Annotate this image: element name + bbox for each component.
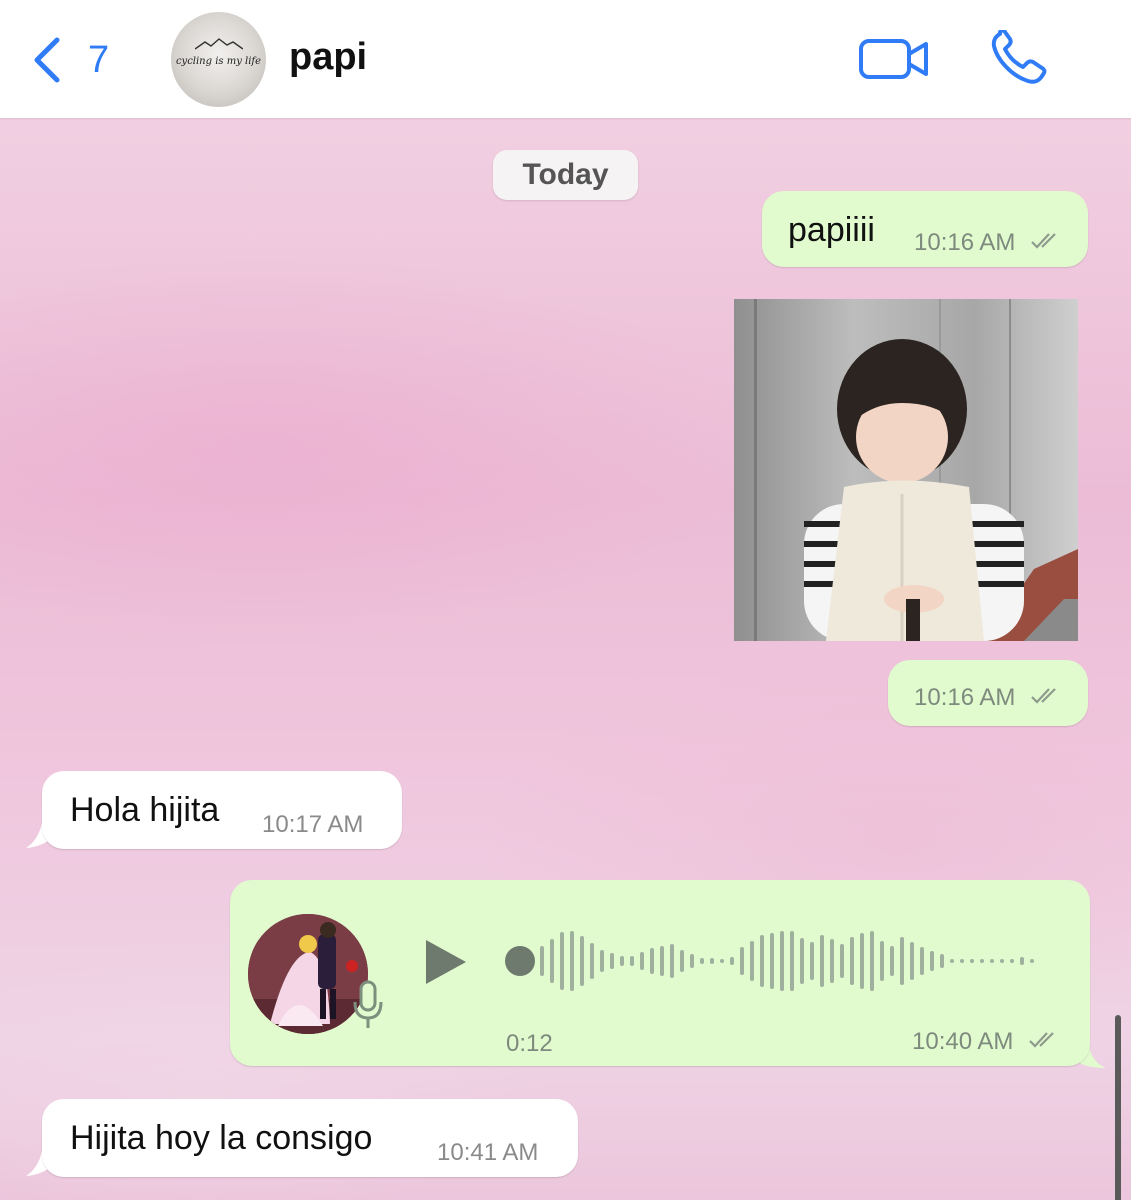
phone-icon[interactable] [990,30,1050,86]
waveform-bar [550,939,554,983]
waveform-bar [830,939,834,983]
waveform-bar [650,948,654,974]
play-icon[interactable] [420,938,470,986]
voice-duration: 0:12 [506,1030,553,1057]
incoming-message[interactable]: Hijita hoy la consigo 10:41 AM [42,1099,578,1177]
message-text: Hola hijita [70,791,220,829]
child-photo-image [734,299,1078,641]
waveform-bar [970,959,974,963]
chevron-left-icon [34,37,60,83]
chat-area[interactable]: Today papiiii 10:16 AM 10:16 AM Hola hij… [0,120,1131,1200]
waveform-bar [560,932,564,990]
photo-attachment[interactable] [734,299,1078,641]
message-time: 10:16 AM [914,684,1016,711]
waveform-bar [750,941,754,981]
waveform-bar [780,931,784,991]
waveform-bar [570,931,574,991]
waveform-bar [590,943,594,979]
contact-name[interactable]: papi [289,38,367,76]
waveform-bar [960,959,964,963]
contact-avatar[interactable]: cycling is my life [171,12,266,107]
message-text: papiiii [788,211,875,249]
scrollbar[interactable] [1115,1015,1121,1200]
waveform-bar [790,931,794,991]
message-time: 10:41 AM [437,1139,539,1166]
waveform-bar [680,950,684,972]
waveform-bar [670,944,674,978]
waveform-bar [1010,959,1014,963]
voice-sender-avatar [248,914,368,1034]
couple-illustration-image [248,914,368,1034]
video-call-icon[interactable] [858,36,930,82]
waveform-bar [580,936,584,986]
waveform-bar [920,947,924,975]
avatar-logo-text: cycling is my life [175,56,262,67]
waveform-bar [540,946,544,976]
waveform-bar [930,951,934,971]
waveform-bar [610,953,614,969]
outgoing-message[interactable]: papiiii 10:16 AM [762,191,1088,267]
date-divider: Today [493,150,638,200]
waveform-bar [840,944,844,978]
waveform-bar [900,937,904,985]
audio-waveform[interactable] [500,928,1060,994]
waveform-bar [1000,959,1004,963]
waveform-bar [720,959,724,963]
chat-header: 7 cycling is my life papi [0,0,1131,119]
waveform-bar [770,933,774,989]
waveform-bar [690,954,694,968]
waveform-bar [990,959,994,963]
waveform-bar [950,959,954,963]
waveform-bar [700,958,704,964]
outgoing-message[interactable]: 10:16 AM [888,660,1088,726]
waveform-bar [910,942,914,980]
waveform-bar [710,958,714,964]
waveform-bar [730,957,734,965]
read-ticks-icon [1029,1032,1054,1048]
waveform-bar [850,937,854,985]
message-text: Hijita hoy la consigo [70,1119,373,1157]
unread-count: 7 [88,39,110,81]
voice-message[interactable]: 0:12 10:40 AM [230,880,1090,1066]
waveform-bar [640,952,644,970]
waveform-bar [870,931,874,991]
read-ticks-icon [1031,688,1056,704]
waveform-bar [620,956,624,966]
waveform-bar [1030,959,1034,963]
waveform-bar [600,950,604,972]
waveform-bar [940,954,944,968]
waveform-bar [860,933,864,989]
waveform-bar [980,959,984,963]
message-time: 10:16 AM [914,229,1016,256]
mountain-logo-icon [195,38,243,50]
waveform-bar [800,938,804,984]
waveform-bar [660,946,664,976]
incoming-message[interactable]: Hola hijita 10:17 AM [42,771,402,849]
read-ticks-icon [1031,233,1056,249]
waveform-bar [820,935,824,987]
message-time: 10:17 AM [262,811,364,838]
waveform-bar [880,941,884,981]
waveform-bar [890,946,894,976]
waveform-bar [740,947,744,975]
waveform-bar [1020,957,1024,965]
waveform-bar [630,956,634,966]
back-button[interactable]: 7 [30,34,125,86]
microphone-icon [353,980,383,1028]
message-time: 10:40 AM [912,1028,1014,1055]
waveform-bar [810,942,814,980]
waveform-bar [760,935,764,987]
